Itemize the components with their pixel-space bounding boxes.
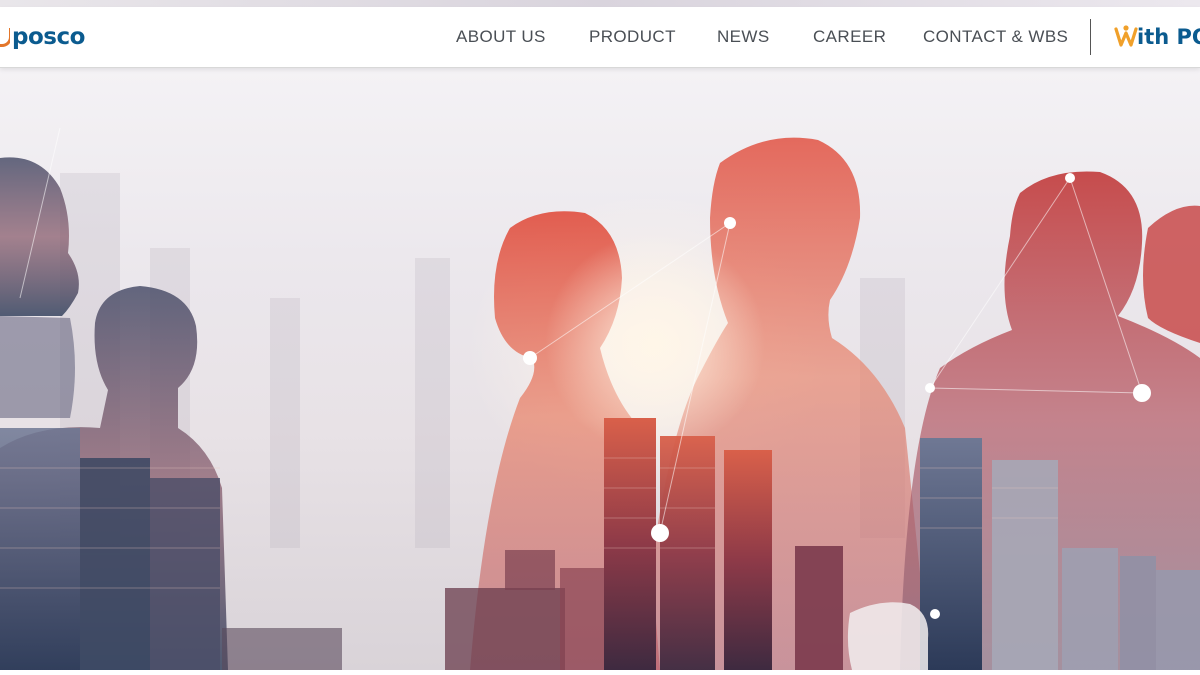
with-posco-link[interactable]: ith PO bbox=[1113, 21, 1200, 53]
nav-news[interactable]: NEWS bbox=[717, 27, 770, 47]
nav-career[interactable]: CAREER bbox=[813, 27, 886, 47]
with-posco-text: ith PO bbox=[1137, 25, 1200, 49]
posco-logo[interactable]: posco bbox=[0, 21, 85, 53]
nav-about-us[interactable]: ABOUT US bbox=[456, 27, 546, 47]
with-posco-w-icon bbox=[1114, 25, 1138, 47]
page-bottom-strip bbox=[0, 670, 1200, 675]
hero-banner bbox=[0, 68, 1200, 670]
nav-contact-wbs[interactable]: CONTACT & WBS bbox=[923, 27, 1068, 47]
site-header: posco ABOUT US PRODUCT NEWS CAREER CONTA… bbox=[0, 7, 1200, 68]
nav-product[interactable]: PRODUCT bbox=[589, 27, 676, 47]
browser-top-strip bbox=[0, 0, 1200, 7]
nav-divider bbox=[1090, 19, 1091, 55]
posco-logo-text: posco bbox=[12, 24, 85, 50]
hero-image bbox=[0, 127, 1200, 670]
posco-logo-mark-icon bbox=[0, 26, 10, 48]
